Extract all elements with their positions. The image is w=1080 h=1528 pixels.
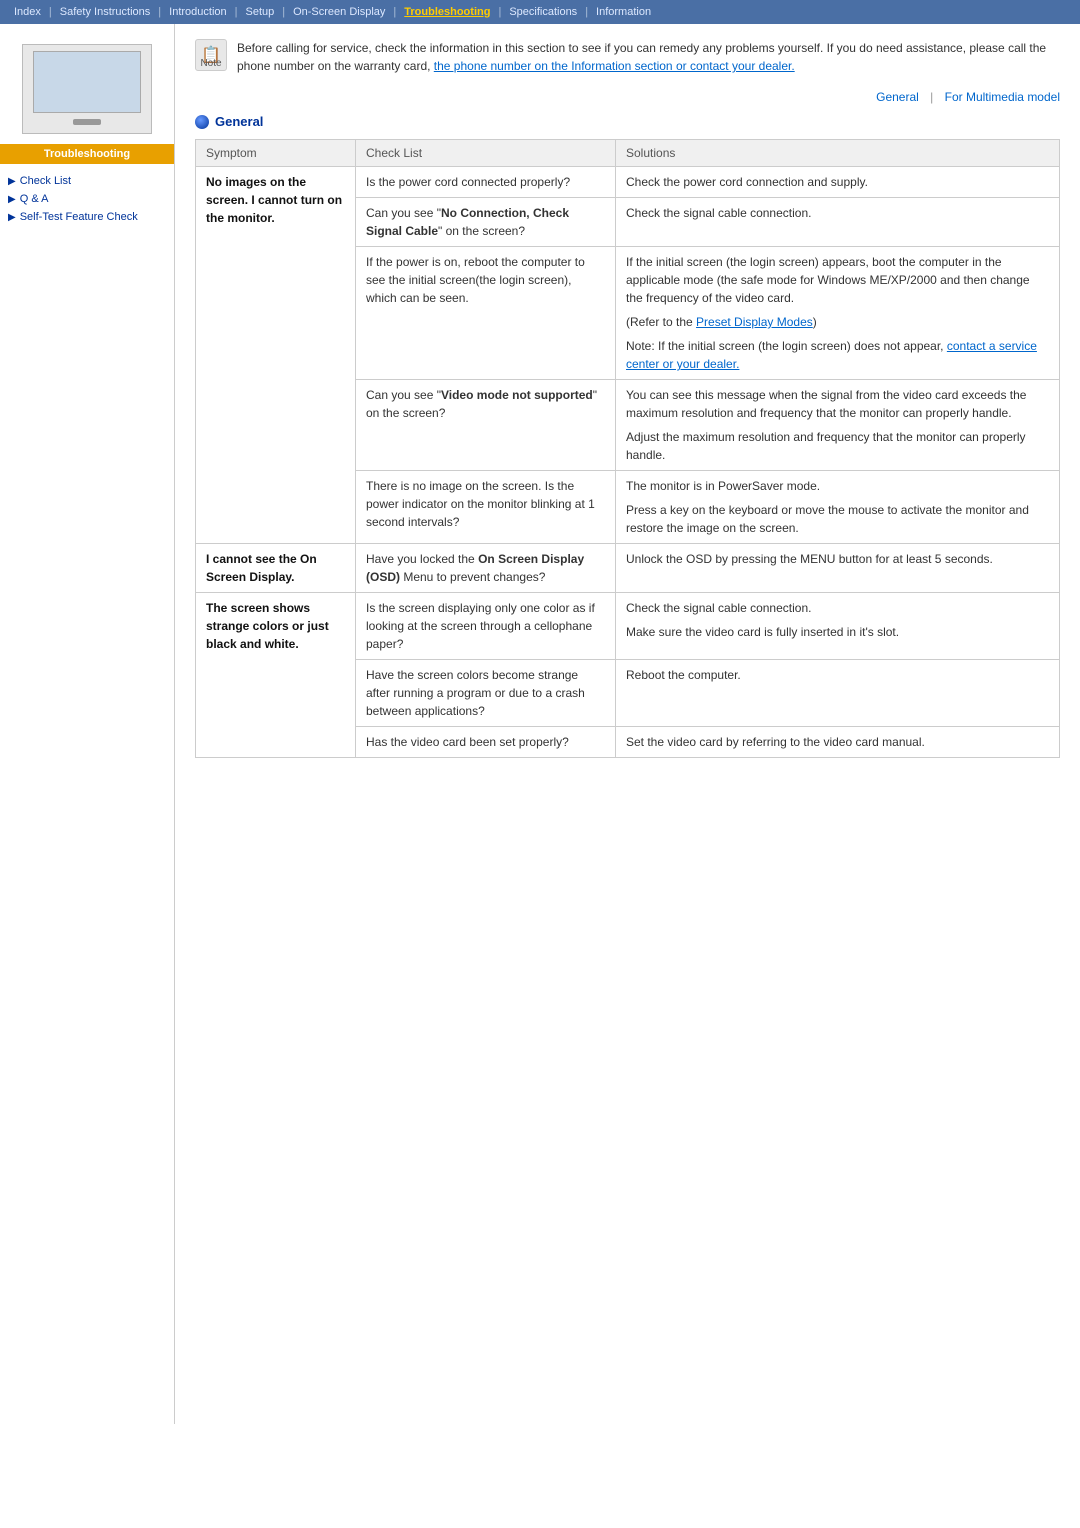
col-solutions: Solutions <box>616 140 1060 167</box>
sidebar-item-qa[interactable]: ▶ Q & A <box>0 190 174 208</box>
top-navigation: Index | Safety Instructions | Introducti… <box>0 0 1080 24</box>
table-row: No images on the screen. I cannot turn o… <box>196 167 1060 198</box>
note-text: Before calling for service, check the in… <box>237 39 1060 75</box>
col-checklist: Check List <box>356 140 616 167</box>
sidebar: Troubleshooting ▶ Check List ▶ Q & A ▶ S… <box>0 24 175 1424</box>
solutions-video-mode: You can see this message when the signal… <box>616 380 1060 471</box>
solution-adjust-resolution: Adjust the maximum resolution and freque… <box>626 428 1049 464</box>
symptom-strange-colors: The screen shows strange colors or just … <box>196 593 356 758</box>
solution-signal-cable-check: Check the signal cable connection. <box>626 599 1049 617</box>
content-area: 📋 Note Before calling for service, check… <box>175 24 1080 1424</box>
solutions-videocard: Set the video card by referring to the v… <box>616 727 1060 758</box>
nav-osd[interactable]: On-Screen Display <box>287 4 391 20</box>
checklist-videocard: Has the video card been set properly? <box>356 727 616 758</box>
symptom-no-images: No images on the screen. I cannot turn o… <box>196 167 356 544</box>
table-header-row: Symptom Check List Solutions <box>196 140 1060 167</box>
tab-links: General | For Multimedia model <box>195 90 1060 104</box>
sidebar-item-checklist[interactable]: ▶ Check List <box>0 172 174 190</box>
solution-press-key: Press a key on the keyboard or move the … <box>626 501 1049 537</box>
checklist-power-cord: Is the power cord connected properly? <box>356 167 616 198</box>
note-link[interactable]: the phone number on the Information sect… <box>434 59 795 73</box>
checklist-osd: Have you locked the On Screen Display (O… <box>356 544 616 593</box>
note-label: Note <box>200 58 221 69</box>
sidebar-label-selftest: Self-Test Feature Check <box>20 211 138 223</box>
bold-osd: On Screen Display (OSD) <box>366 552 584 584</box>
symptom-osd: I cannot see the On Screen Display. <box>196 544 356 593</box>
solution-boot-mode: If the initial screen (the login screen)… <box>626 253 1049 307</box>
solutions-signal-cable: Check the signal cable connection. <box>616 198 1060 247</box>
nav-safety[interactable]: Safety Instructions <box>54 4 157 20</box>
checklist-no-connection: Can you see "No Connection, Check Signal… <box>356 198 616 247</box>
col-symptom: Symptom <box>196 140 356 167</box>
solution-no-initial: Note: If the initial screen (the login s… <box>626 337 1049 373</box>
nav-information[interactable]: Information <box>590 4 657 20</box>
solution-powersaver-mode: The monitor is in PowerSaver mode. <box>626 477 1049 495</box>
main-layout: Troubleshooting ▶ Check List ▶ Q & A ▶ S… <box>0 24 1080 1424</box>
solutions-osd: Unlock the OSD by pressing the MENU butt… <box>616 544 1060 593</box>
section-heading: General <box>195 114 1060 129</box>
solutions-cellophane: Check the signal cable connection. Make … <box>616 593 1060 660</box>
tab-general[interactable]: General <box>876 90 919 104</box>
checklist-reboot: If the power is on, reboot the computer … <box>356 247 616 380</box>
monitor-image <box>22 44 152 134</box>
note-box: 📋 Note Before calling for service, check… <box>195 39 1060 75</box>
checklist-cellophane: Is the screen displaying only one color … <box>356 593 616 660</box>
solution-video-exceeds: You can see this message when the signal… <box>626 386 1049 422</box>
solutions-reboot: If the initial screen (the login screen)… <box>616 247 1060 380</box>
bold-video-mode: Video mode not supported <box>441 388 593 402</box>
sidebar-section-title: Troubleshooting <box>0 144 174 164</box>
arrow-icon: ▶ <box>8 176 16 187</box>
contact-service-link[interactable]: contact a service center or your dealer. <box>626 339 1037 371</box>
solution-preset-modes: (Refer to the Preset Display Modes) <box>626 313 1049 331</box>
table-row: I cannot see the On Screen Display. Have… <box>196 544 1060 593</box>
nav-setup[interactable]: Setup <box>239 4 280 20</box>
nav-specifications[interactable]: Specifications <box>503 4 583 20</box>
sidebar-item-selftest[interactable]: ▶ Self-Test Feature Check <box>0 208 174 226</box>
checklist-video-mode: Can you see "Video mode not supported" o… <box>356 380 616 471</box>
preset-modes-link[interactable]: Preset Display Modes <box>696 315 813 329</box>
arrow-icon-qa: ▶ <box>8 194 16 205</box>
solutions-crash: Reboot the computer. <box>616 660 1060 727</box>
checklist-crash: Have the screen colors become strange af… <box>356 660 616 727</box>
note-icon: 📋 Note <box>195 39 227 71</box>
checklist-powersaver: There is no image on the screen. Is the … <box>356 471 616 544</box>
nav-index[interactable]: Index <box>8 4 47 20</box>
troubleshoot-table: Symptom Check List Solutions No images o… <box>195 139 1060 758</box>
section-dot-icon <box>195 115 209 129</box>
solutions-powersaver: The monitor is in PowerSaver mode. Press… <box>616 471 1060 544</box>
nav-troubleshooting[interactable]: Troubleshooting <box>398 4 496 20</box>
sidebar-label-checklist: Check List <box>20 175 71 187</box>
bold-no-connection: No Connection, Check Signal Cable <box>366 206 569 238</box>
sidebar-label-qa: Q & A <box>20 193 49 205</box>
solutions-power-cord: Check the power cord connection and supp… <box>616 167 1060 198</box>
nav-introduction[interactable]: Introduction <box>163 4 232 20</box>
arrow-icon-selftest: ▶ <box>8 212 16 223</box>
tab-multimedia[interactable]: For Multimedia model <box>945 90 1060 104</box>
solution-video-card-slot: Make sure the video card is fully insert… <box>626 623 1049 641</box>
table-row: The screen shows strange colors or just … <box>196 593 1060 660</box>
section-heading-label: General <box>215 114 263 129</box>
